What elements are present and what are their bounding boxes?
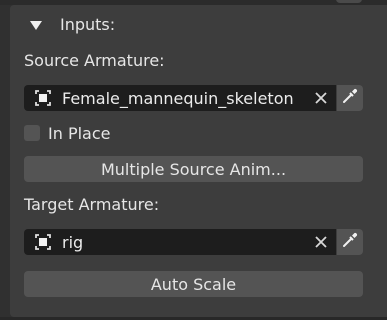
eyedropper-icon <box>341 231 359 253</box>
in-place-label: In Place <box>48 123 111 143</box>
target-armature-field[interactable]: rig <box>24 229 336 255</box>
armature-object-icon <box>34 89 52 107</box>
in-place-checkbox[interactable] <box>24 125 40 141</box>
source-eyedropper-button[interactable] <box>337 85 363 111</box>
auto-scale-button[interactable]: Auto Scale <box>24 271 363 297</box>
clear-source-x-icon[interactable] <box>308 85 334 111</box>
in-place-row[interactable]: In Place <box>24 122 110 144</box>
collapse-triangle-icon[interactable] <box>30 20 42 30</box>
armature-object-icon <box>34 233 52 251</box>
clear-target-x-icon[interactable] <box>308 229 334 255</box>
section-header-inputs[interactable]: Inputs: <box>30 12 115 36</box>
section-title: Inputs: <box>60 14 116 34</box>
source-armature-value: Female_mannequin_skeleton <box>62 88 294 108</box>
source-armature-field[interactable]: Female_mannequin_skeleton <box>24 85 336 111</box>
multiple-source-anim-button[interactable]: Multiple Source Anim... <box>24 156 363 182</box>
target-armature-value: rig <box>62 232 84 252</box>
eyedropper-icon <box>341 87 359 109</box>
panel-handle[interactable] <box>336 0 362 3</box>
source-armature-label: Source Armature: <box>24 51 165 70</box>
target-eyedropper-button[interactable] <box>337 229 363 255</box>
target-armature-label: Target Armature: <box>24 195 160 214</box>
